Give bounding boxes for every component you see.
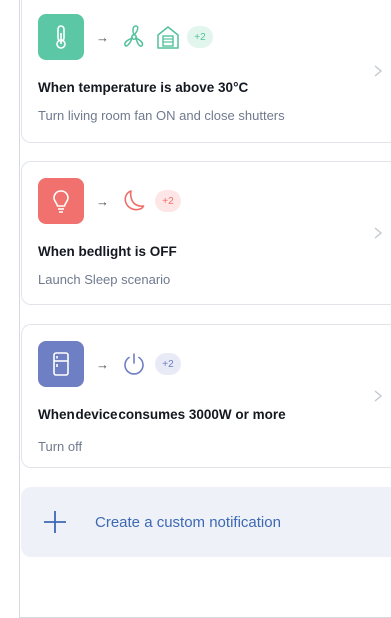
moon-icon <box>124 190 145 211</box>
notification-title: When device consumes 3000W or more <box>38 407 286 422</box>
notification-subtitle: Turn off <box>38 439 83 454</box>
title-suffix: consumes 3000W or more <box>118 407 286 422</box>
chevron-right-icon <box>374 227 383 239</box>
chevron-right-icon <box>374 65 383 77</box>
arrow-icon: → <box>96 29 109 45</box>
fridge-icon <box>53 352 69 376</box>
notification-card-temperature[interactable]: → +2 When temperature is above 30°C Turn… <box>21 0 391 143</box>
chevron-right-icon <box>374 390 383 402</box>
create-notification-label: Create a custom notification <box>95 513 281 531</box>
arrow-icon: → <box>96 356 109 372</box>
notification-subtitle: Launch Sleep scenario <box>38 272 171 287</box>
extra-actions-badge: +2 <box>155 190 181 212</box>
extra-actions-badge: +2 <box>187 26 213 48</box>
notification-card-bedlight[interactable]: → +2 When bedlight is OFF Launch Sleep s… <box>21 161 391 305</box>
thermometer-tile <box>38 14 84 60</box>
lightbulb-icon <box>53 190 69 213</box>
plus-icon <box>44 511 66 533</box>
lightbulb-tile <box>38 178 84 224</box>
fridge-tile <box>38 341 84 387</box>
notification-title: When bedlight is OFF <box>38 244 177 259</box>
create-custom-notification-button[interactable]: Create a custom notification <box>21 487 391 557</box>
notification-subtitle: Turn living room fan ON and close shutte… <box>38 108 285 123</box>
thermometer-icon <box>56 25 66 49</box>
title-device: device <box>75 407 118 422</box>
notification-card-device[interactable]: → +2 When device consumes 3000W or more … <box>21 324 391 468</box>
arrow-icon: → <box>96 193 109 209</box>
notification-title: When temperature is above 30°C <box>38 80 249 95</box>
extra-actions-badge: +2 <box>155 353 181 375</box>
shutter-house-icon <box>157 26 179 49</box>
title-prefix: When <box>38 407 75 422</box>
power-icon <box>124 353 144 375</box>
fan-icon <box>124 25 144 47</box>
